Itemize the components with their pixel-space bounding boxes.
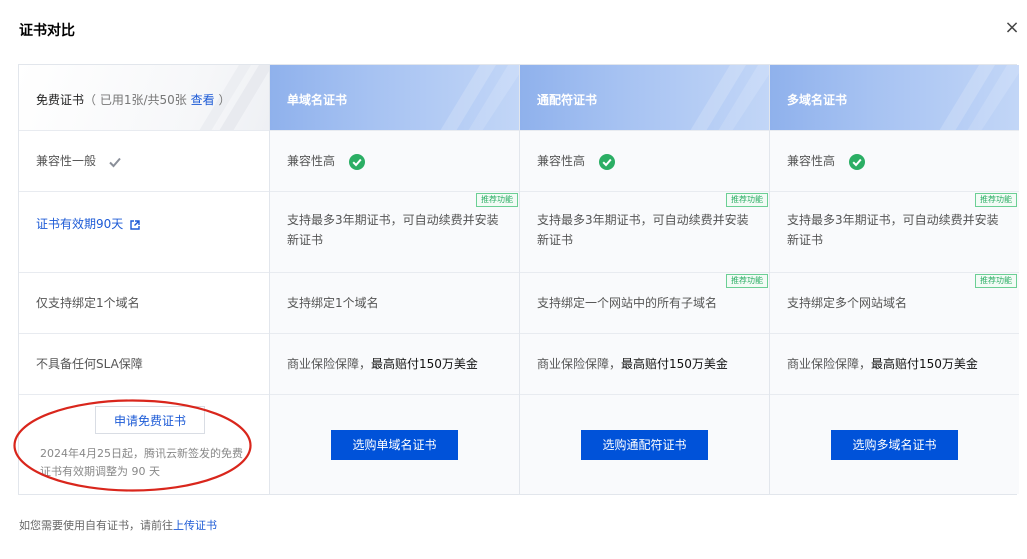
buy-wildcard-button[interactable]: 选购通配符证书 (581, 430, 708, 460)
free-cert-usage: （ 已用1张/共50张 (84, 93, 187, 107)
close-icon[interactable]: × (1004, 19, 1020, 37)
buy-multi-domain-button[interactable]: 选购多域名证书 (831, 430, 958, 460)
wildcard-header: 通配符证书 (520, 65, 770, 131)
free-cert-notice: 2024年4月25日起，腾讯云新签发的免费证书有效期调整为 90 天 (40, 447, 243, 478)
free-cert-header: 免费证书（ 已用1张/共50张 查看 ） (19, 65, 269, 131)
wildcard-renew-text: 支持最多3年期证书，可自动续费并安装新证书 (537, 213, 749, 247)
free-domain-cell: 仅支持绑定1个域名 (19, 273, 269, 334)
wildcard-compat-cell: 兼容性高 (520, 131, 770, 192)
insurance-amount: 最高赔付150万美金 (871, 357, 978, 371)
single-compat-text: 兼容性高 (287, 154, 336, 168)
footer-text: 如您需要使用自有证书，请前往上传证书 (19, 517, 217, 533)
free-compat-cell: 兼容性一般 (19, 131, 269, 192)
free-sla-cell: 不具备任何SLA保障 (19, 334, 269, 395)
free-validity-cell: 证书有效期90天 (19, 192, 269, 273)
wildcard-column: 通配符证书 兼容性高 推荐功能 支持最多3年期证书，可自动续费并安装新证书 推荐… (519, 65, 770, 494)
wildcard-insurance-cell: 商业保险保障，最高赔付150万美金 (520, 334, 770, 395)
single-renew-cell: 推荐功能 支持最多3年期证书，可自动续费并安装新证书 (270, 192, 520, 273)
check-circle-icon (848, 153, 865, 170)
multi-domain-column: 多域名证书 兼容性高 推荐功能 支持最多3年期证书，可自动续费并安装新证书 推荐… (769, 65, 1019, 494)
header-decoration (690, 65, 770, 130)
dialog-title: 证书对比 (19, 23, 75, 39)
recommended-badge: 推荐功能 (726, 274, 768, 288)
recommended-badge: 推荐功能 (726, 193, 768, 207)
multi-domain-text: 支持绑定多个网站域名 (787, 296, 908, 310)
check-icon (109, 157, 121, 167)
free-cert-usage-close: ） (214, 93, 231, 107)
single-domain-cell: 支持绑定1个域名 (270, 273, 520, 334)
insurance-amount: 最高赔付150万美金 (621, 357, 728, 371)
recommended-badge: 推荐功能 (975, 193, 1017, 207)
check-circle-icon (598, 153, 615, 170)
view-usage-link[interactable]: 查看 (191, 93, 215, 107)
recommended-badge: 推荐功能 (975, 274, 1017, 288)
free-domain-text: 仅支持绑定1个域名 (36, 296, 140, 310)
wildcard-action-cell: 选购通配符证书 (520, 395, 770, 494)
insurance-prefix: 商业保险保障， (537, 357, 622, 371)
single-renew-text: 支持最多3年期证书，可自动续费并安装新证书 (287, 213, 499, 247)
wildcard-insurance-text: 商业保险保障，最高赔付150万美金 (537, 354, 728, 374)
free-cert-title: 免费证书（ 已用1张/共50张 查看 ） (36, 91, 230, 108)
single-domain-header: 单域名证书 (270, 65, 520, 131)
free-action-cell: 申请免费证书 2024年4月25日起，腾讯云新签发的免费证书有效期调整为 90 … (19, 395, 269, 494)
wildcard-domain-text: 支持绑定一个网站中的所有子域名 (537, 296, 718, 310)
multi-insurance-cell: 商业保险保障，最高赔付150万美金 (770, 334, 1019, 395)
footer-prefix: 如您需要使用自有证书，请前往 (19, 519, 173, 532)
multi-domain-title: 多域名证书 (787, 93, 848, 107)
single-domain-text: 支持绑定1个域名 (287, 296, 379, 310)
single-domain-title: 单域名证书 (287, 93, 348, 107)
free-compat-text: 兼容性一般 (36, 154, 97, 168)
single-action-cell: 选购单域名证书 (270, 395, 520, 494)
multi-domain-cell: 推荐功能 支持绑定多个网站域名 (770, 273, 1019, 334)
buy-single-domain-button[interactable]: 选购单域名证书 (331, 430, 458, 460)
wildcard-compat-text: 兼容性高 (537, 154, 586, 168)
single-insurance-text: 商业保险保障，最高赔付150万美金 (287, 354, 478, 374)
multi-action-cell: 选购多域名证书 (770, 395, 1019, 494)
insurance-prefix: 商业保险保障， (787, 357, 872, 371)
upload-cert-link[interactable]: 上传证书 (173, 519, 217, 532)
validity-link[interactable]: 证书有效期90天 (36, 217, 123, 231)
comparison-table: 免费证书（ 已用1张/共50张 查看 ） 兼容性一般 证书有效期90天 仅支持绑… (18, 64, 1019, 495)
recommended-badge: 推荐功能 (476, 193, 518, 207)
wildcard-renew-cell: 推荐功能 支持最多3年期证书，可自动续费并安装新证书 (520, 192, 770, 273)
single-domain-column: 单域名证书 兼容性高 推荐功能 支持最多3年期证书，可自动续费并安装新证书 支持… (269, 65, 520, 494)
multi-renew-text: 支持最多3年期证书，可自动续费并安装新证书 (787, 213, 999, 247)
check-circle-icon (348, 153, 365, 170)
multi-compat-text: 兼容性高 (787, 154, 836, 168)
multi-compat-cell: 兼容性高 (770, 131, 1019, 192)
external-link-icon[interactable] (130, 219, 140, 230)
free-sla-text: 不具备任何SLA保障 (36, 357, 143, 371)
free-cert-name: 免费证书 (36, 93, 85, 107)
wildcard-title: 通配符证书 (537, 93, 598, 107)
multi-domain-header: 多域名证书 (770, 65, 1019, 131)
multi-insurance-text: 商业保险保障，最高赔付150万美金 (787, 354, 978, 374)
multi-renew-cell: 推荐功能 支持最多3年期证书，可自动续费并安装新证书 (770, 192, 1019, 273)
insurance-prefix: 商业保险保障， (287, 357, 372, 371)
wildcard-domain-cell: 推荐功能 支持绑定一个网站中的所有子域名 (520, 273, 770, 334)
free-cert-column: 免费证书（ 已用1张/共50张 查看 ） 兼容性一般 证书有效期90天 仅支持绑… (19, 65, 269, 494)
header-decoration (440, 65, 520, 130)
single-insurance-cell: 商业保险保障，最高赔付150万美金 (270, 334, 520, 395)
apply-free-cert-button[interactable]: 申请免费证书 (95, 406, 205, 434)
header-decoration (939, 65, 1019, 130)
single-compat-cell: 兼容性高 (270, 131, 520, 192)
insurance-amount: 最高赔付150万美金 (371, 357, 478, 371)
